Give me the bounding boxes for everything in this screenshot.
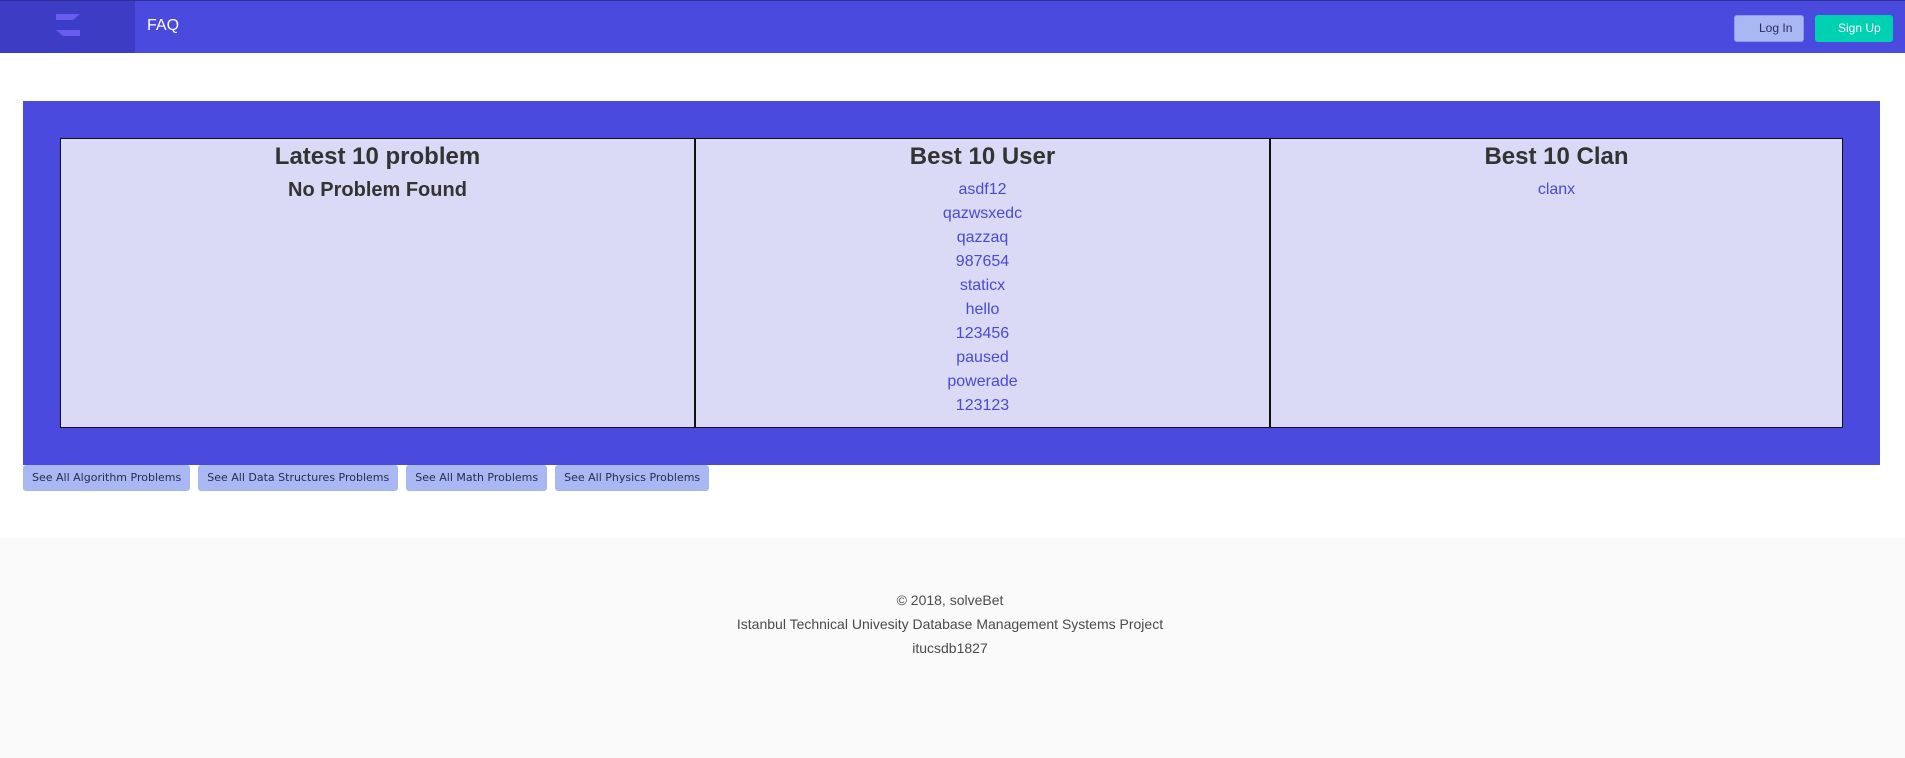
brand-logo-icon: [53, 11, 83, 44]
brand-logo-link[interactable]: [0, 1, 135, 53]
footer-code: itucsdb1827: [912, 640, 988, 656]
user-link[interactable]: qazwsxedc: [696, 202, 1269, 226]
clan-link[interactable]: clanx: [1271, 178, 1842, 202]
best-users-column: Best 10 User asdf12 qazwsxedc qazzaq 987…: [694, 139, 1269, 427]
footer-project: Istanbul Technical Univesity Database Ma…: [736, 616, 1164, 632]
user-link[interactable]: asdf12: [696, 178, 1269, 202]
top-navbar: FAQ Log In Sign Up: [0, 0, 1905, 53]
user-link[interactable]: qazzaq: [696, 226, 1269, 250]
login-button[interactable]: Log In: [1734, 15, 1804, 42]
user-link[interactable]: hello: [696, 298, 1269, 322]
user-link[interactable]: staticx: [696, 274, 1269, 298]
physics-problems-button[interactable]: See All Physics Problems: [555, 465, 710, 491]
page-footer: © 2018, solveBet Istanbul Technical Univ…: [0, 538, 1905, 758]
best-clans-title: Best 10 Clan: [1484, 143, 1629, 170]
user-link[interactable]: 987654: [696, 250, 1269, 274]
user-link[interactable]: 123456: [696, 322, 1269, 346]
latest-problems-title: Latest 10 problem: [274, 143, 481, 170]
user-link[interactable]: paused: [696, 346, 1269, 370]
best-users-list: asdf12 qazwsxedc qazzaq 987654 staticx h…: [696, 178, 1269, 418]
latest-problems-column: Latest 10 problem No Problem Found: [61, 139, 694, 427]
nav-faq-link[interactable]: FAQ: [147, 17, 179, 35]
user-link[interactable]: powerade: [696, 370, 1269, 394]
best-users-title: Best 10 User: [909, 143, 1056, 170]
data-structures-problems-button[interactable]: See All Data Structures Problems: [198, 465, 399, 491]
category-buttons: See All Algorithm Problems See All Data …: [23, 465, 710, 491]
algorithm-problems-button[interactable]: See All Algorithm Problems: [23, 465, 191, 491]
hero-section: Latest 10 problem No Problem Found Best …: [23, 101, 1880, 465]
math-problems-button[interactable]: See All Math Problems: [406, 465, 548, 491]
signup-button[interactable]: Sign Up: [1815, 15, 1893, 42]
leaderboard-table: Latest 10 problem No Problem Found Best …: [60, 138, 1843, 428]
no-problem-message: No Problem Found: [288, 179, 467, 201]
best-clans-list: clanx: [1271, 178, 1842, 202]
footer-copyright: © 2018, solveBet: [896, 592, 1004, 608]
best-clans-column: Best 10 Clan clanx: [1269, 139, 1842, 427]
user-link[interactable]: 123123: [696, 394, 1269, 418]
